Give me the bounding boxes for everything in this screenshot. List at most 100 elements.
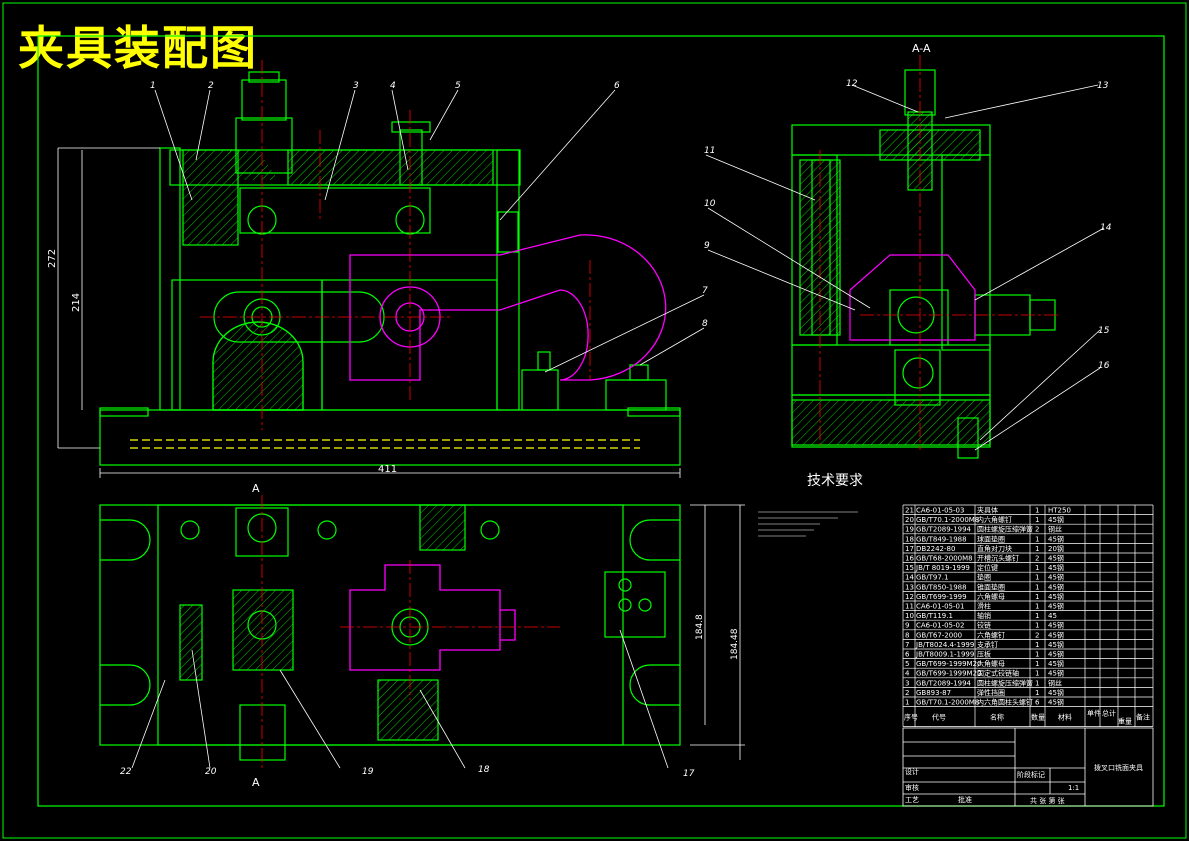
bom-cell-material: 45钢: [1048, 573, 1064, 582]
bom-cell-no: 13: [905, 583, 914, 591]
bom-cell-no: 6: [905, 651, 910, 659]
bom-cell-material: 45钢: [1048, 592, 1064, 601]
balloon-19: 19: [362, 767, 374, 777]
bom-cell-no: 17: [905, 545, 914, 553]
balloon-1: 1: [150, 81, 156, 91]
balloon-12: 12: [846, 79, 858, 89]
bom-header-qty: 数量: [1031, 713, 1045, 722]
bom-table: 21 CA6-01-05-03 夹具体 1 HT25020 GB/T70.1-2000M8…: [902, 504, 1154, 727]
bom-cell-no: 8: [905, 631, 909, 639]
bom-cell-name: 内六角圆柱头螺钉: [977, 698, 1033, 707]
bom-cell-code: CA6-01-05-02: [916, 622, 964, 630]
title-block-design: 设计: [905, 767, 919, 776]
top-workpiece: [349, 564, 516, 671]
bom-cell-material: 45钢: [1048, 554, 1064, 563]
dim-height-inner: 214: [71, 293, 82, 312]
bom-cell-code: GB/T70.1-2000M8: [916, 699, 979, 707]
bom-cell-name: 滑柱: [977, 602, 991, 611]
assembly-drawing: 272 214 411 A-A 184.8 184.48 A A 1 2 3 4…: [2, 2, 1187, 839]
bom-cell-qty: 1: [1035, 612, 1039, 620]
front-dimensions: [57, 147, 681, 478]
bom-cell-code: GB/T699-1999M20: [916, 670, 982, 678]
bom-cell-qty: 1: [1035, 622, 1039, 630]
bom-cell-qty: 1: [1035, 670, 1039, 678]
bom-header-code: 代号: [932, 713, 946, 722]
bom-cell-qty: 1: [1035, 516, 1039, 524]
bom-cell-material: 45钢: [1048, 650, 1064, 659]
bom-cell-name: 锥面垫圈: [977, 582, 1005, 591]
section-view: [791, 69, 1056, 459]
bom-cell-name: 球面垫圈: [977, 534, 1005, 543]
bom-cell-name: 铰链: [977, 621, 991, 630]
title-block-stage: 阶段标记: [1017, 770, 1045, 779]
bom-cell-no: 21: [905, 507, 914, 515]
outer-frame: [2, 2, 1187, 839]
bom-cell-name: 直角对刀块: [977, 544, 1012, 553]
bom-cell-name: 圆柱螺旋压缩弹簧: [977, 525, 1033, 534]
bom-cell-no: 5: [905, 660, 909, 668]
bom-cell-code: GB/T67-2000: [916, 631, 962, 639]
bom-header-remark: 备注: [1136, 713, 1150, 722]
section-label: A-A: [912, 42, 931, 55]
bom-cell-code: GB/T699-1999M20: [916, 660, 982, 668]
top-view: [99, 504, 681, 761]
bom-cell-name: 垫圈: [977, 573, 991, 582]
title-block-scale: 1:1: [1068, 784, 1079, 792]
bom-cell-qty: 6: [1035, 699, 1040, 707]
bom-cell-name: 夹具体: [977, 506, 998, 515]
bom-cell-no: 11: [905, 603, 914, 611]
balloon-5: 5: [455, 81, 461, 91]
dim-overall-length: 411: [378, 464, 397, 475]
balloon-9: 9: [704, 241, 710, 251]
bom-cell-material: 45钢: [1048, 563, 1064, 572]
bom-cell-code: GB/T2089-1994: [916, 526, 972, 534]
balloon-6: 6: [614, 81, 620, 91]
bom-cell-qty: 1: [1035, 535, 1039, 543]
bom-cell-qty: 2: [1035, 555, 1039, 563]
bom-cell-no: 9: [905, 622, 909, 630]
balloon-10: 10: [704, 199, 716, 209]
title-block-check: 审核: [905, 783, 919, 792]
bom-cell-material: 45钢: [1048, 659, 1064, 668]
bom-cell-name: 固定式铰链轴: [977, 669, 1019, 678]
section-mark-top: A: [252, 482, 260, 495]
bom-cell-name: 六角螺钉: [977, 630, 1005, 639]
bom-cell-code: GB/T2089-1994: [916, 679, 972, 687]
bom-cell-name: 弹性挡圈: [977, 688, 1005, 697]
balloon-8: 8: [702, 319, 708, 329]
bom-cell-material: 45钢: [1048, 602, 1064, 611]
bom-cell-code: GB/T68-2000M8: [916, 555, 973, 563]
bom-cell-material: 20钢: [1048, 544, 1064, 553]
bom-cell-qty: 2: [1035, 631, 1039, 639]
balloon-17: 17: [683, 769, 695, 779]
bom-cell-code: DB2242-80: [916, 545, 955, 553]
front-view: [99, 71, 681, 466]
bom-cell-qty: 1: [1035, 507, 1039, 515]
bom-cell-code: JB/T8024.4-1999: [915, 641, 974, 649]
bom-cell-name: 支承钉: [977, 640, 998, 649]
bom-cell-no: 16: [905, 555, 914, 563]
bom-cell-material: 钢丝: [1048, 525, 1062, 534]
dim-a: 184.8: [695, 614, 705, 640]
bom-cell-material: 45: [1048, 612, 1057, 620]
bom-cell-material: 钢丝: [1048, 678, 1062, 687]
bom-cell-material: 45钢: [1048, 630, 1064, 639]
balloon-18: 18: [478, 765, 490, 775]
bom-cell-name: 圆柱螺旋压缩弹簧: [977, 678, 1033, 687]
bom-cell-name: 内六角螺钉: [977, 515, 1012, 524]
balloon-3: 3: [353, 81, 359, 91]
bom-cell-material: 45钢: [1048, 669, 1064, 678]
bom-cell-no: 4: [905, 670, 910, 678]
bom-cell-qty: 1: [1035, 574, 1039, 582]
bom-cell-code: GB/T699-1999: [916, 593, 967, 601]
bom-cell-no: 14: [905, 574, 914, 582]
bom-cell-qty: 1: [1035, 583, 1039, 591]
bom-cell-qty: 1: [1035, 564, 1039, 572]
bom-cell-code: GB/T119.1: [916, 612, 953, 620]
bom-cell-no: 7: [905, 641, 909, 649]
bom-cell-qty: 1: [1035, 651, 1039, 659]
bom-cell-name: 定位键: [977, 563, 998, 572]
bom-cell-code: JB/T 8019-1999: [915, 564, 970, 572]
bom-cell-qty: 2: [1035, 526, 1039, 534]
bom-cell-qty: 1: [1035, 689, 1039, 697]
